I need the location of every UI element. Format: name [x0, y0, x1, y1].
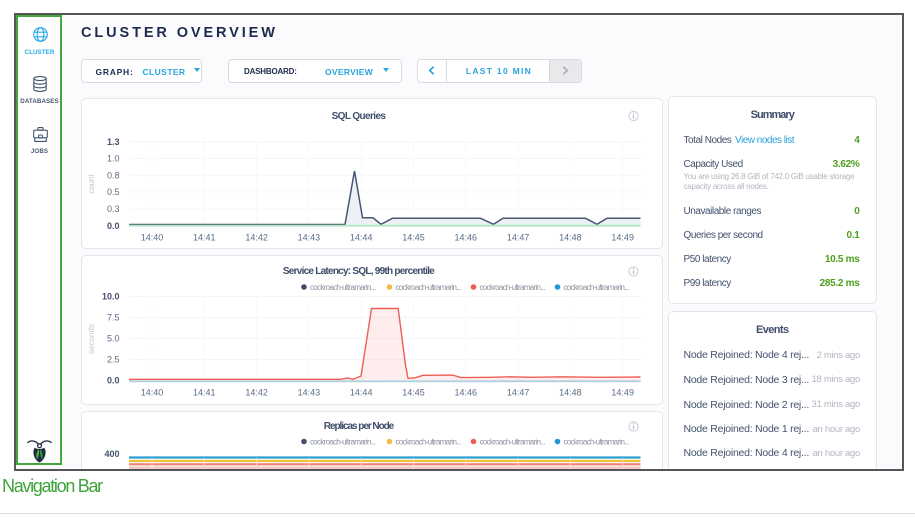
svg-text:cockroach-ultramarin...: cockroach-ultramarin... — [563, 438, 629, 447]
svg-text:14:43: 14:43 — [297, 387, 320, 397]
svg-text:cockroach-ultramarin...: cockroach-ultramarin... — [395, 283, 461, 292]
svg-text:Service Latency: SQL, 99th per: Service Latency: SQL, 99th percentile — [282, 266, 434, 277]
svg-text:0.8: 0.8 — [106, 170, 119, 180]
svg-text:14:44: 14:44 — [349, 233, 372, 243]
svg-text:0.0: 0.0 — [106, 375, 119, 385]
svg-text:400: 400 — [104, 449, 119, 459]
svg-text:0.3: 0.3 — [106, 204, 119, 214]
svg-text:7.5: 7.5 — [106, 312, 119, 322]
svg-text:cockroach-ultramarin...: cockroach-ultramarin... — [563, 283, 629, 292]
svg-text:14:49: 14:49 — [611, 233, 634, 243]
svg-text:seconds: seconds — [87, 324, 96, 354]
svg-text:14:41: 14:41 — [193, 387, 216, 397]
svg-text:14:46: 14:46 — [454, 233, 477, 243]
svg-text:14:48: 14:48 — [559, 233, 582, 243]
svg-text:count: count — [87, 173, 96, 193]
svg-text:2.5: 2.5 — [106, 354, 119, 364]
svg-text:14:45: 14:45 — [402, 233, 425, 243]
svg-text:1.3: 1.3 — [106, 137, 119, 147]
svg-text:cockroach-ultramarin...: cockroach-ultramarin... — [479, 283, 545, 292]
svg-text:0.5: 0.5 — [106, 187, 119, 197]
svg-text:14:41: 14:41 — [193, 233, 216, 243]
svg-text:5.0: 5.0 — [106, 333, 119, 343]
svg-text:14:45: 14:45 — [402, 387, 425, 397]
svg-text:14:42: 14:42 — [245, 233, 268, 243]
svg-text:14:48: 14:48 — [559, 387, 582, 397]
svg-text:14:40: 14:40 — [140, 387, 163, 397]
svg-text:cockroach-ultramarin...: cockroach-ultramarin... — [310, 283, 376, 292]
svg-text:0.0: 0.0 — [106, 221, 119, 231]
svg-text:14:49: 14:49 — [611, 387, 634, 397]
svg-text:SQL Queries: SQL Queries — [331, 111, 386, 122]
svg-text:14:40: 14:40 — [140, 233, 163, 243]
svg-text:14:46: 14:46 — [454, 387, 477, 397]
svg-text:14:44: 14:44 — [349, 387, 372, 397]
svg-text:Replicas per Node: Replicas per Node — [323, 421, 394, 432]
svg-text:14:47: 14:47 — [506, 387, 529, 397]
svg-text:1.0: 1.0 — [106, 154, 119, 164]
svg-text:cockroach-ultramarin...: cockroach-ultramarin... — [395, 438, 461, 447]
svg-text:cockroach-ultramarin...: cockroach-ultramarin... — [310, 438, 376, 447]
svg-text:14:43: 14:43 — [297, 233, 320, 243]
svg-text:cockroach-ultramarin...: cockroach-ultramarin... — [479, 438, 545, 447]
svg-text:14:47: 14:47 — [506, 233, 529, 243]
svg-text:14:42: 14:42 — [245, 387, 268, 397]
svg-text:10.0: 10.0 — [101, 291, 119, 301]
